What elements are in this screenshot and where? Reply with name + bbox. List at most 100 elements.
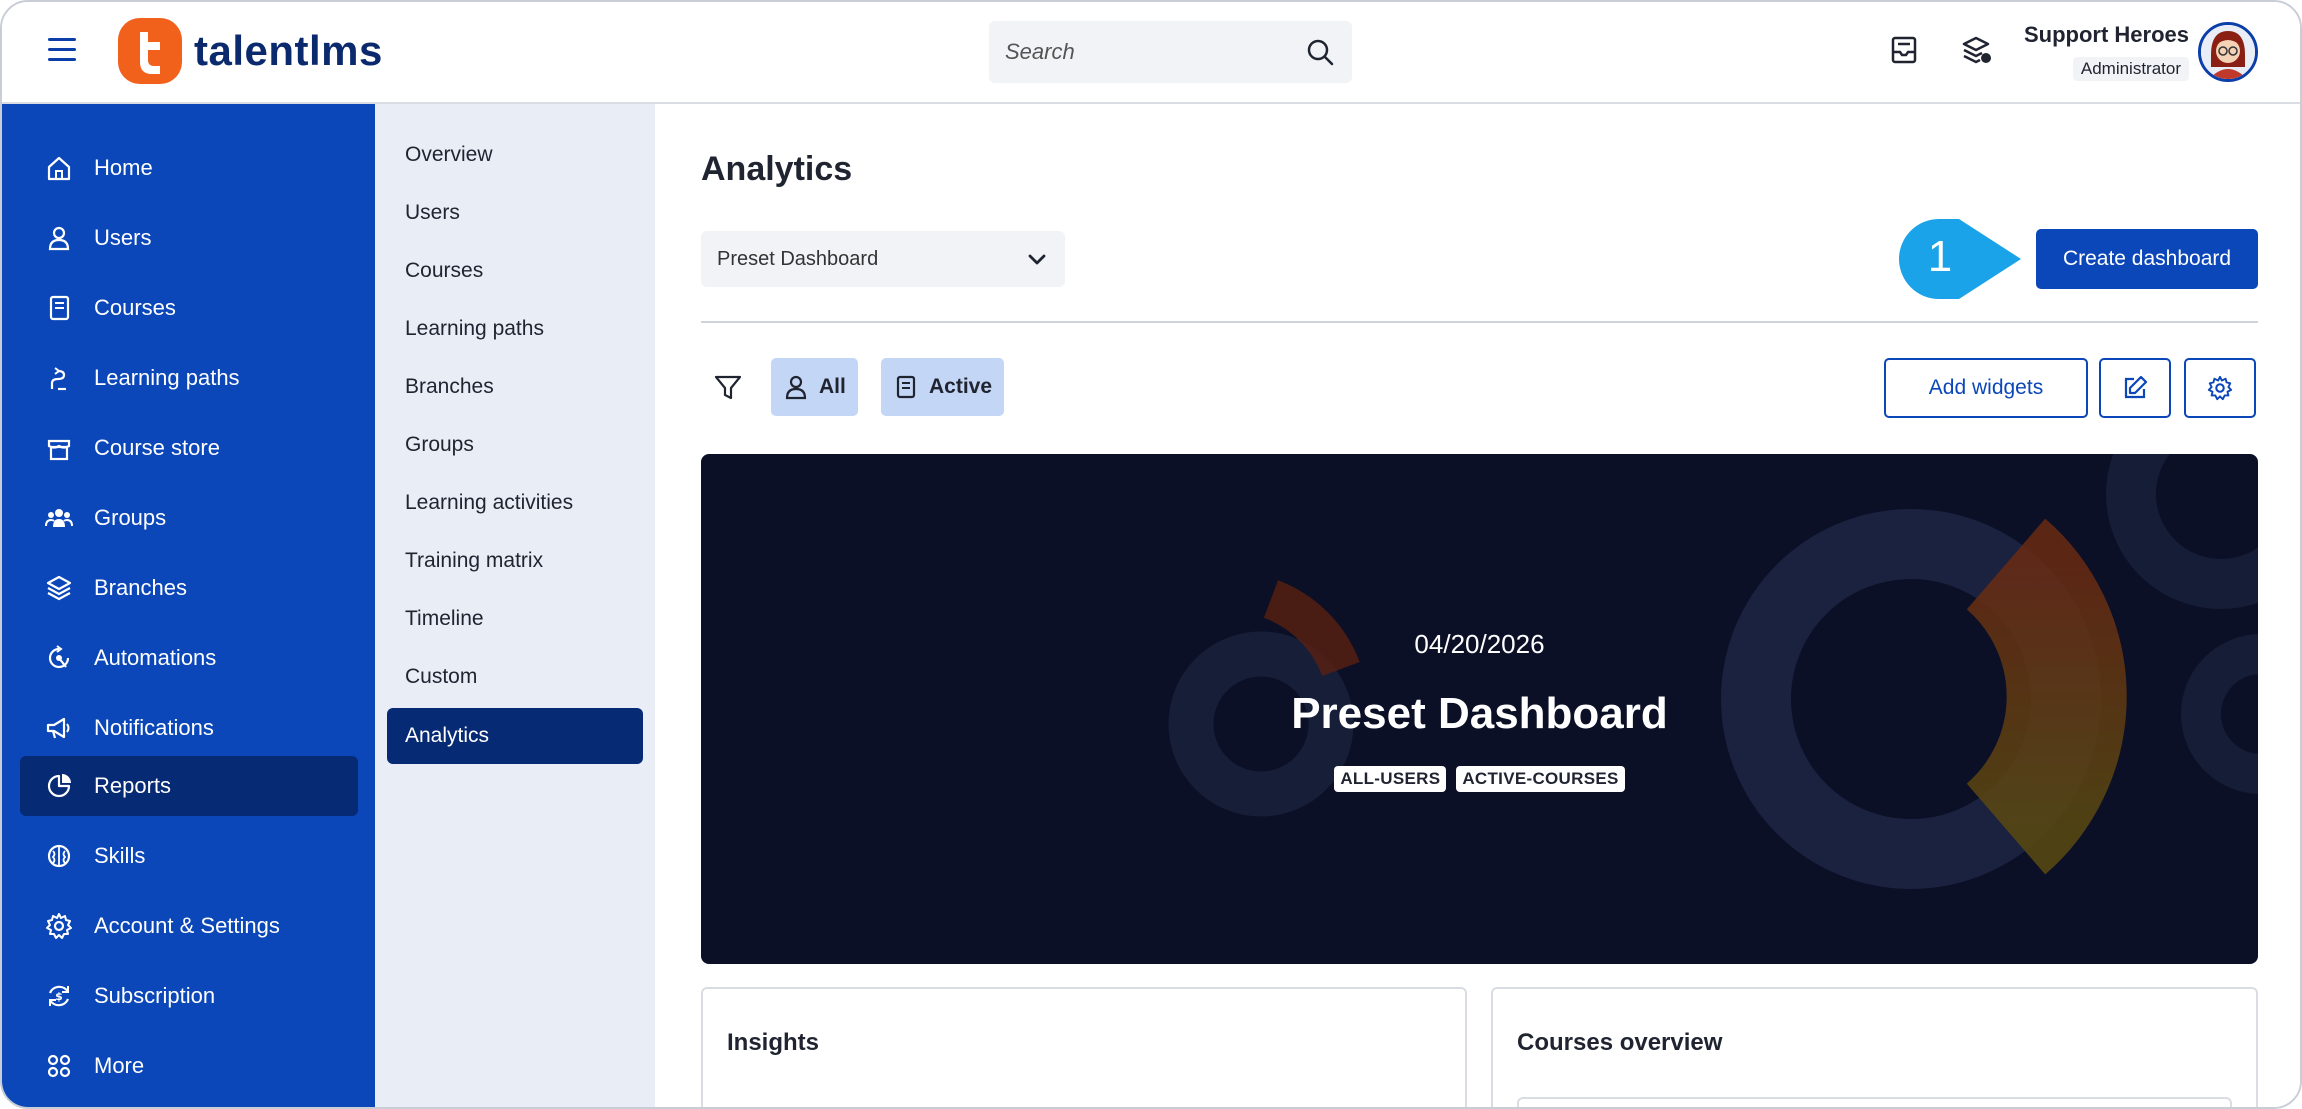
main-sidebar: Home Users Courses Learning paths Course…: [2, 104, 375, 1107]
dashboard-banner: 04/20/2026 Preset Dashboard ALL-USERS AC…: [701, 454, 2258, 964]
gear-icon: [2207, 375, 2233, 401]
sidebar-item-automations[interactable]: Automations: [20, 628, 358, 688]
layers-icon: [46, 575, 72, 601]
sidebar-item-label: Notifications: [94, 715, 214, 740]
card-title: Insights: [727, 1029, 820, 1056]
sidebar-item-users[interactable]: Users: [20, 208, 358, 268]
page-title: Analytics: [701, 150, 853, 188]
banner-date: 04/20/2026: [1414, 629, 1545, 659]
subnav-item-groups[interactable]: Groups: [387, 417, 643, 473]
sidebar-item-learning-paths[interactable]: Learning paths: [20, 348, 358, 408]
create-dashboard-button[interactable]: Create dashboard: [2036, 229, 2258, 289]
subnav-item-courses[interactable]: Courses: [387, 243, 643, 299]
users-filter-label: All: [819, 375, 846, 398]
sidebar-item-label: Automations: [94, 645, 217, 670]
users-filter-chip[interactable]: All: [771, 358, 858, 416]
sidebar-item-account-settings[interactable]: Account & Settings: [20, 896, 358, 956]
tag-all-users: ALL-USERS: [1334, 766, 1447, 792]
sidebar-item-reports[interactable]: Reports: [20, 756, 358, 816]
home-icon: [47, 156, 71, 181]
section-divider: [701, 321, 2258, 323]
path-icon: [50, 367, 66, 391]
avatar[interactable]: [2198, 22, 2258, 82]
user-icon: [48, 226, 70, 251]
store-icon: [47, 439, 71, 461]
automation-icon: [48, 645, 70, 669]
gear-icon: [46, 913, 72, 939]
user-icon: [785, 375, 807, 400]
sidebar-item-notifications[interactable]: Notifications: [20, 698, 358, 758]
subnav-item-custom[interactable]: Custom: [387, 649, 643, 705]
search-input[interactable]: [1005, 21, 1295, 83]
search-icon[interactable]: [1304, 36, 1336, 68]
brand-logo[interactable]: talentlms: [118, 18, 383, 84]
brain-icon: [47, 844, 71, 868]
brand-name: talentlms: [194, 27, 383, 74]
messages-icon[interactable]: [1958, 32, 1994, 68]
reports-subnav: Overview Users Courses Learning paths Br…: [375, 104, 655, 1107]
subscription-icon: $: [48, 985, 70, 1007]
search-box[interactable]: [989, 21, 1352, 83]
pie-chart-icon: [47, 774, 71, 798]
subnav-item-learning-paths[interactable]: Learning paths: [387, 301, 643, 357]
sidebar-item-label: Skills: [94, 843, 146, 868]
subnav-item-learning-activities[interactable]: Learning activities: [387, 475, 643, 531]
courses-overview-inner-panel: [1517, 1097, 2232, 1107]
sidebar-item-label: Account & Settings: [94, 913, 280, 938]
megaphone-icon: [46, 717, 70, 739]
chevron-down-icon: [1028, 254, 1046, 265]
insights-card: Insights: [701, 987, 1467, 1107]
grid-icon: [47, 1054, 71, 1078]
book-icon: [896, 375, 916, 399]
subnav-item-timeline[interactable]: Timeline: [387, 591, 643, 647]
sidebar-item-skills[interactable]: Skills: [20, 826, 358, 886]
user-name[interactable]: Support Heroes: [2024, 22, 2189, 48]
sidebar-item-branches[interactable]: Branches: [20, 558, 358, 618]
courses-filter-label: Active: [929, 375, 993, 398]
sidebar-item-label: Groups: [94, 505, 167, 530]
courses-filter-chip[interactable]: Active: [881, 358, 1005, 416]
sidebar-item-courses[interactable]: Courses: [20, 278, 358, 338]
banner-tags: ALL-USERS ACTIVE-COURSES: [701, 766, 2258, 792]
edit-icon: [2124, 375, 2148, 399]
sidebar-item-groups[interactable]: Groups: [20, 488, 358, 548]
svg-text:$: $: [55, 990, 63, 1003]
app-window: talentlms Support Heroes Administrator: [0, 0, 2302, 1109]
sidebar-item-subscription[interactable]: $ Subscription: [20, 966, 358, 1026]
groups-icon: [45, 509, 73, 527]
sidebar-item-label: Course store: [94, 435, 220, 460]
banner-title: Preset Dashboard: [1291, 689, 1668, 738]
subnav-item-overview[interactable]: Overview: [387, 127, 643, 183]
logo-mark-icon: [118, 18, 182, 84]
sidebar-item-home[interactable]: Home: [20, 138, 358, 198]
main-content: Analytics Preset Dashboard 1 Create dash…: [655, 104, 2300, 1107]
sidebar-item-label: Learning paths: [94, 365, 240, 390]
subnav-item-training-matrix[interactable]: Training matrix: [387, 533, 643, 589]
sidebar-item-course-store[interactable]: Course store: [20, 418, 358, 478]
add-widgets-button[interactable]: Add widgets: [1884, 358, 2088, 418]
step-callout-number: 1: [1927, 232, 1953, 281]
sidebar-item-label: Subscription: [94, 983, 216, 1008]
sidebar-item-label: Home: [94, 155, 153, 180]
card-title: Courses overview: [1517, 1029, 1723, 1056]
menu-icon[interactable]: [48, 38, 76, 66]
edit-dashboard-button[interactable]: [2099, 358, 2171, 418]
filter-icon[interactable]: [713, 372, 743, 402]
dashboard-settings-button[interactable]: [2184, 358, 2256, 418]
book-icon: [49, 295, 70, 321]
sidebar-item-label: Courses: [94, 295, 176, 320]
tag-active-courses: ACTIVE-COURSES: [1456, 766, 1625, 792]
subnav-item-analytics[interactable]: Analytics: [387, 708, 643, 764]
dashboard-select[interactable]: Preset Dashboard: [701, 231, 1065, 287]
user-role-badge: Administrator: [2072, 57, 2189, 81]
courses-overview-card: Courses overview: [1491, 987, 2258, 1107]
sidebar-item-label: Branches: [94, 575, 187, 600]
sidebar-item-more[interactable]: More: [20, 1036, 358, 1096]
subnav-item-users[interactable]: Users: [387, 185, 643, 241]
sidebar-item-label: More: [94, 1053, 145, 1078]
dashboard-select-value: Preset Dashboard: [717, 247, 879, 270]
subnav-item-branches[interactable]: Branches: [387, 359, 643, 415]
sidebar-item-label: Reports: [94, 773, 172, 798]
top-bar: talentlms Support Heroes Administrator: [2, 2, 2300, 104]
inbox-icon[interactable]: [1886, 32, 1922, 68]
